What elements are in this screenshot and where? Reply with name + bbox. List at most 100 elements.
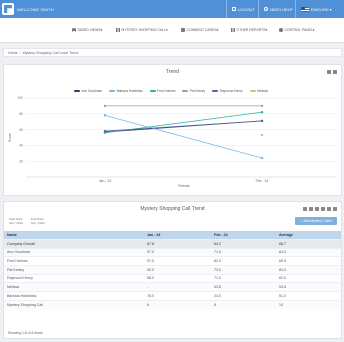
- x-tick-label: Feb - 24: [256, 179, 269, 183]
- table-row: Mystery Shopping Call 6 8 14: [4, 299, 341, 309]
- divider: [295, 0, 296, 18]
- pagination-summary: Showing 1-8 of 8 items.: [8, 331, 44, 335]
- table-cell: 53.8: [276, 282, 341, 292]
- table-cell: 84.0: [276, 264, 341, 275]
- logo-mark: [4, 5, 12, 13]
- settings-icon[interactable]: [333, 207, 337, 211]
- print-icon[interactable]: [303, 207, 307, 211]
- table-row: Company Overall 67.8 64.2 65.7: [4, 238, 341, 249]
- table-cell: 57.5: [144, 256, 211, 266]
- language-label: ENGLISH: [311, 6, 329, 12]
- table-cell: Melissa: [4, 282, 144, 292]
- divider: [226, 0, 227, 18]
- y-tick-label: 60: [19, 128, 23, 132]
- breadcrumb-home[interactable]: Home: [8, 51, 18, 55]
- menu-control-panel[interactable]: CONTROL PANEL ▾: [279, 28, 314, 32]
- table-cell: 82.0: [211, 256, 276, 266]
- add-mystery-caller-label: Add Mystery Caller: [303, 219, 333, 223]
- table-cell: -: [144, 282, 211, 292]
- language-selector[interactable]: ENGLISH ▾: [301, 0, 332, 18]
- table-cell: 14: [276, 299, 341, 309]
- table-cell: 8: [211, 299, 276, 309]
- table-cell: 53.8: [211, 282, 276, 292]
- table-header-row: Name Jan - 24 Feb - 24 Average: [4, 231, 341, 240]
- table-cell: 73.0: [211, 264, 276, 275]
- data-point: [260, 104, 264, 108]
- table-row: Fred Holmes 57.5 82.0 69.5: [4, 256, 341, 266]
- start-date-value: Jan / 2024: [9, 221, 24, 226]
- csv-icon[interactable]: [327, 207, 331, 211]
- menu-mystery-calls[interactable]: MYSTERY SHOPPING CALL ▾: [116, 28, 168, 32]
- excel-icon[interactable]: [321, 207, 325, 211]
- chevron-down-icon: ▾: [312, 28, 315, 32]
- table-cell: Company Overall: [4, 238, 144, 249]
- x-tick-label: Jan - 24: [99, 179, 111, 183]
- data-point: [260, 133, 264, 137]
- data-point: [103, 129, 107, 133]
- column-header[interactable]: Feb - 24: [211, 231, 276, 240]
- image-icon[interactable]: [309, 207, 313, 211]
- table-row: Barbara Hotchkiss 78.0 24.0 51.0: [4, 291, 341, 301]
- end-date-value: Apr / 2024: [31, 221, 45, 226]
- table-cell: Ann Goodman: [4, 247, 144, 257]
- table-cell: 67.8: [144, 238, 211, 249]
- menu-mystery-calls-label: MYSTERY SHOPPING CALL: [121, 28, 167, 32]
- table-cell: 69.5: [276, 256, 341, 266]
- trend-table: Name Jan - 24 Feb - 24 Average Company O…: [4, 231, 341, 309]
- top-bar: WELCOME SMITH LOGOUT NEED HELP ENGLISH ▾: [0, 0, 344, 18]
- table-row: Raymond Henry 58.0 71.0 62.0: [4, 273, 341, 283]
- plus-icon: +: [299, 219, 302, 223]
- table-cell: Fred Holmes: [4, 256, 144, 266]
- y-tick-label: 100: [17, 96, 23, 100]
- divider: [258, 0, 259, 18]
- table-cell: 58.0: [144, 273, 211, 283]
- gear-icon: [279, 28, 283, 32]
- table-cell: 71.0: [211, 273, 276, 283]
- series-line: [104, 114, 263, 159]
- menu-other-reports[interactable]: OTHER REPORTS ▾: [231, 28, 267, 32]
- table-row: Melissa -53.8 53.8: [4, 282, 341, 292]
- need-help-link[interactable]: NEED HELP: [264, 0, 293, 18]
- breadcrumb-current: Mystery Shopping Call Level Trend: [22, 50, 79, 55]
- bookmark-icon: [72, 28, 76, 32]
- app-logo[interactable]: [2, 3, 14, 15]
- column-header[interactable]: Average: [276, 231, 341, 240]
- table-cell: 6: [144, 299, 211, 309]
- pdf-icon[interactable]: [315, 207, 319, 211]
- logout-icon: [232, 7, 236, 11]
- add-mystery-caller-button[interactable]: + Add Mystery Caller: [295, 217, 337, 225]
- chevron-down-icon: ▾: [166, 28, 168, 32]
- table-cell: 57.0: [144, 247, 211, 257]
- data-point: [103, 104, 107, 108]
- end-date[interactable]: End Date Apr / 2024: [31, 217, 45, 225]
- comment-icon: [181, 28, 185, 32]
- table-cell: 65.7: [276, 238, 341, 249]
- table-cell: Raymond Henry: [4, 273, 144, 283]
- table-toolbar: [303, 207, 337, 211]
- breadcrumb-divider: /: [19, 50, 21, 55]
- logout-link[interactable]: LOGOUT: [232, 0, 255, 18]
- y-tick-label: 20: [19, 159, 23, 163]
- table-cell: 51.0: [276, 291, 341, 301]
- welcome-text: WELCOME SMITH: [17, 7, 54, 12]
- data-point: [260, 119, 264, 123]
- trend-chart: 20 40 60 80 100 Jan - 24 Feb - 24 Periods Score: [8, 96, 336, 188]
- start-date[interactable]: Start Date Jan / 2024: [9, 217, 23, 225]
- table-cell: 24.0: [211, 291, 276, 301]
- menu-saved-views[interactable]: SAVED VIEWS ▾: [72, 28, 102, 32]
- column-header[interactable]: Name: [4, 231, 144, 240]
- chevron-down-icon: ▾: [265, 28, 268, 32]
- table-cell: Mystery Shopping Call: [4, 299, 144, 309]
- bar-chart-icon: [116, 28, 120, 32]
- column-header[interactable]: Jan - 24: [144, 231, 211, 240]
- main-menu: SAVED VIEWS ▾ MYSTERY SHOPPING CALL ▾ COMM…: [0, 18, 344, 43]
- chevron-down-icon: ▾: [216, 28, 219, 32]
- table-cell: 78.0: [144, 291, 211, 301]
- table-cell: 90.0: [144, 264, 211, 275]
- menu-other-reports-label: OTHER REPORTS: [236, 28, 266, 32]
- date-range: Start Date Jan / 2024 End Date Apr / 202…: [9, 217, 45, 225]
- menu-comment-cards[interactable]: COMMENT CARDS ▾: [181, 28, 218, 32]
- y-tick-label: 40: [19, 144, 23, 148]
- menu-comment-cards-label: COMMENT CARDS: [186, 28, 217, 32]
- need-help-label: NEED HELP: [270, 6, 293, 12]
